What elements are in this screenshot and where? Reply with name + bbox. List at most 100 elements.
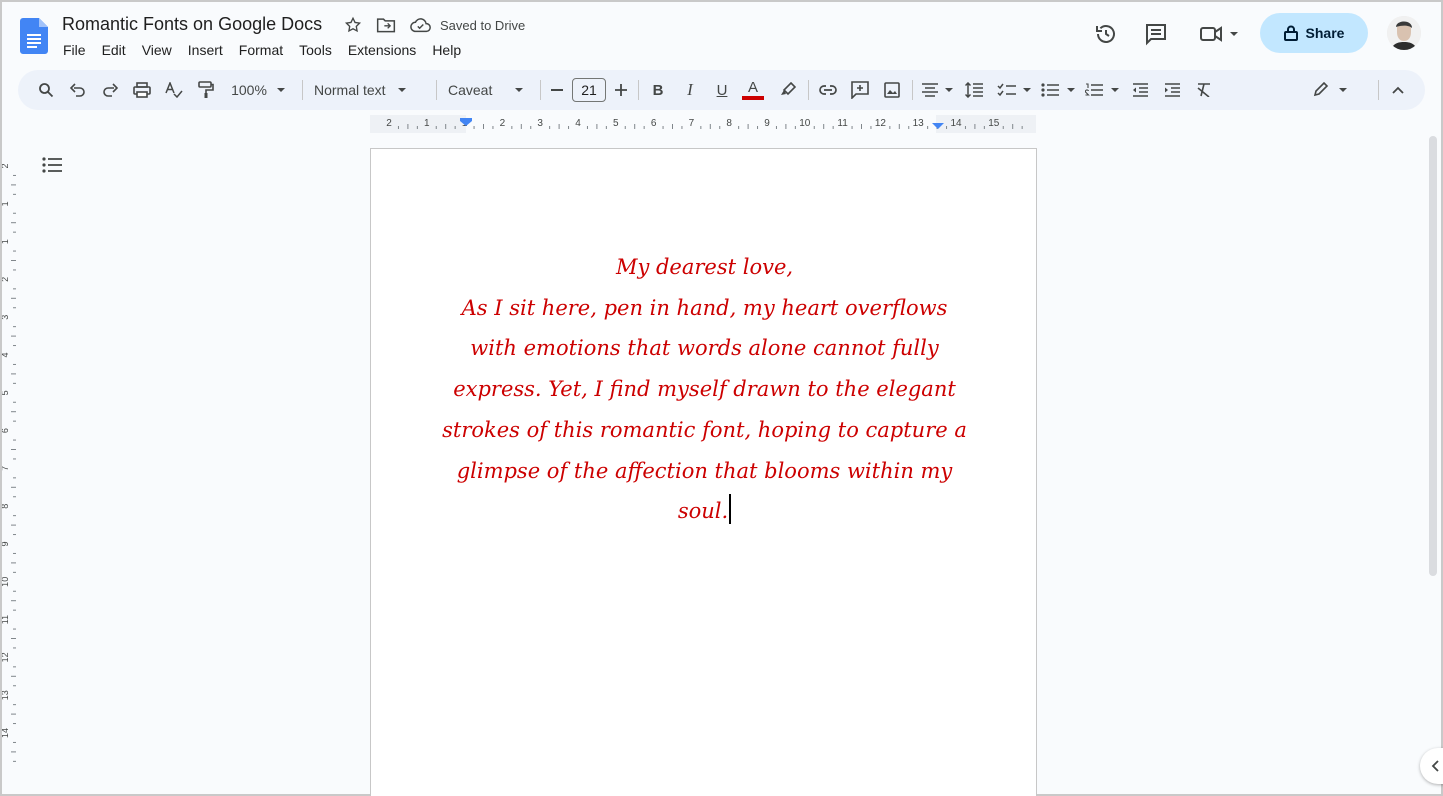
menu-bar: File Edit View Insert Format Tools Exten… — [63, 42, 477, 58]
vertical-scrollbar[interactable] — [1429, 136, 1437, 576]
ruler-label: 13 — [913, 118, 925, 129]
increase-indent-icon[interactable] — [1160, 70, 1184, 110]
lock-icon — [1283, 25, 1298, 41]
toolbar-divider — [638, 80, 639, 100]
ruler-label: 6 — [2, 428, 10, 433]
chevron-down-icon — [276, 88, 285, 92]
italic-icon[interactable]: I — [678, 70, 702, 110]
comments-icon[interactable] — [1140, 18, 1172, 50]
ruler-label: 14 — [2, 728, 10, 738]
ruler-label: 11 — [837, 118, 848, 129]
underline-icon[interactable]: U — [710, 70, 734, 110]
font-family-value: Caveat — [448, 82, 493, 98]
avatar[interactable] — [1387, 16, 1421, 50]
redo-icon[interactable] — [98, 70, 122, 110]
toolbar-divider — [808, 80, 809, 100]
ruler-label: 2 — [500, 118, 506, 129]
collapse-menus-icon[interactable] — [1386, 70, 1410, 110]
ruler-label: 1 — [2, 201, 10, 206]
insert-image-icon[interactable] — [880, 70, 904, 110]
menu-help[interactable]: Help — [432, 42, 469, 58]
paint-format-icon[interactable] — [194, 70, 218, 110]
document-page[interactable]: My dearest love, As I sit here, pen in h… — [370, 148, 1037, 796]
ruler-label: 8 — [2, 504, 10, 509]
ruler-label: 2 — [2, 277, 10, 282]
bold-icon[interactable]: B — [646, 70, 670, 110]
outline-list-icon[interactable] — [42, 156, 64, 174]
chevron-left-icon — [1431, 760, 1439, 772]
menu-file[interactable]: File — [63, 42, 94, 58]
checklist-icon[interactable] — [996, 70, 1034, 110]
document-title[interactable]: Romantic Fonts on Google Docs — [62, 14, 322, 35]
docs-logo-icon[interactable] — [20, 18, 48, 54]
share-button[interactable]: Share — [1260, 13, 1368, 53]
share-label: Share — [1305, 25, 1345, 41]
text-line: soul. — [677, 499, 729, 524]
toolbar-divider — [1378, 80, 1379, 100]
spellcheck-icon[interactable] — [162, 70, 186, 110]
ruler-label: 1 — [424, 118, 430, 129]
toolbar-divider — [436, 80, 437, 100]
ruler-label: 12 — [2, 652, 10, 662]
ruler-label: 13 — [2, 690, 10, 700]
ruler-label: 8 — [726, 118, 732, 129]
menu-edit[interactable]: Edit — [102, 42, 134, 58]
undo-icon[interactable] — [66, 70, 90, 110]
folder-move-icon[interactable] — [376, 16, 396, 34]
toolbar: 100% Normal text Caveat 21 B I U A — [18, 70, 1425, 110]
ruler-label: 9 — [764, 118, 770, 129]
text-line: As I sit here, pen in hand, my heart ove… — [461, 295, 948, 320]
search-menus-icon[interactable] — [34, 70, 58, 110]
increase-font-size-button[interactable] — [612, 70, 630, 110]
ruler-label: 10 — [799, 118, 811, 129]
add-comment-icon[interactable] — [848, 70, 872, 110]
ruler-label: 1 — [2, 239, 10, 244]
menu-view[interactable]: View — [142, 42, 180, 58]
menu-extensions[interactable]: Extensions — [348, 42, 424, 58]
menu-insert[interactable]: Insert — [188, 42, 231, 58]
ruler-label: 14 — [950, 118, 962, 129]
paragraph-style-value: Normal text — [314, 82, 386, 98]
print-icon[interactable] — [130, 70, 154, 110]
ruler-label: 9 — [2, 541, 10, 546]
document-body[interactable]: My dearest love, As I sit here, pen in h… — [371, 247, 1038, 532]
video-call-icon[interactable] — [1195, 18, 1245, 50]
highlight-color-icon[interactable] — [776, 70, 800, 110]
cloud-saved-icon[interactable] — [410, 17, 432, 33]
chevron-down-icon — [397, 88, 406, 92]
align-center-icon[interactable] — [920, 70, 956, 110]
editing-mode-icon[interactable] — [1312, 70, 1352, 110]
paragraph-style-select[interactable]: Normal text — [314, 70, 424, 110]
ruler-label: 5 — [613, 118, 619, 129]
zoom-value: 100% — [231, 82, 267, 98]
ruler-label: 2 — [2, 163, 10, 168]
ruler-label: 3 — [2, 315, 10, 320]
menu-format[interactable]: Format — [239, 42, 291, 58]
vertical-ruler[interactable]: 211234567891011121314 — [0, 134, 18, 794]
menu-tools[interactable]: Tools — [299, 42, 340, 58]
ruler-label: 7 — [2, 466, 10, 471]
zoom-select[interactable]: 100% — [226, 70, 292, 110]
line-spacing-icon[interactable] — [962, 70, 986, 110]
font-family-select[interactable]: Caveat — [448, 70, 538, 110]
text-line: express. Yet, I find myself drawn to the… — [453, 377, 956, 402]
side-panel-toggle[interactable] — [1420, 748, 1443, 784]
history-icon[interactable] — [1090, 18, 1122, 50]
ruler-label: 4 — [2, 352, 10, 357]
clear-formatting-icon[interactable] — [1192, 70, 1216, 110]
text-line: strokes of this romantic font, hoping to… — [442, 417, 967, 442]
ruler-label: 3 — [537, 118, 543, 129]
text-cursor — [729, 494, 732, 525]
horizontal-ruler[interactable]: 21123456789101112131415 — [370, 115, 1036, 133]
ruler-label: 7 — [689, 118, 695, 129]
font-size-input[interactable]: 21 — [572, 78, 606, 102]
numbered-list-icon[interactable] — [1084, 70, 1122, 110]
decrease-indent-icon[interactable] — [1128, 70, 1152, 110]
ruler-label: 5 — [2, 390, 10, 395]
decrease-font-size-button[interactable] — [548, 70, 566, 110]
bulleted-list-icon[interactable] — [1040, 70, 1078, 110]
star-icon[interactable] — [344, 16, 362, 34]
ruler-label: 2 — [386, 118, 392, 129]
text-color-icon[interactable]: A — [740, 70, 766, 110]
link-icon[interactable] — [816, 70, 840, 110]
